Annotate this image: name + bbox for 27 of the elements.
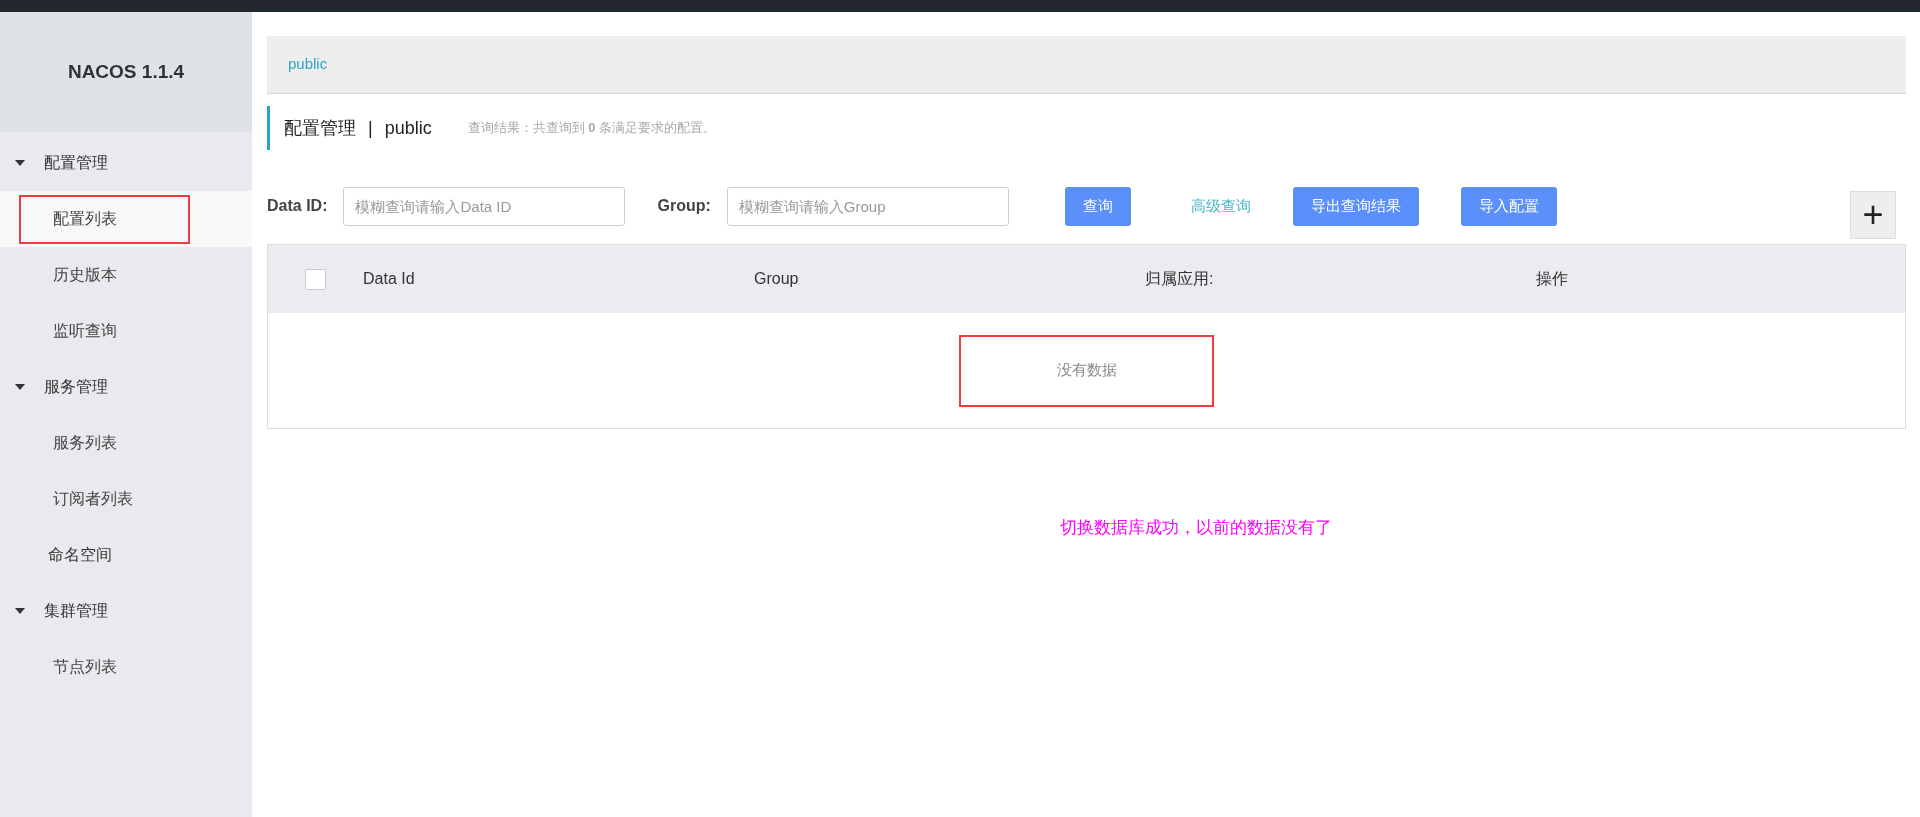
result-summary: 查询结果：共查询到 0 条满足要求的配置。 bbox=[467, 119, 717, 138]
empty-message: 没有数据 bbox=[1056, 360, 1117, 381]
page-title: 配置管理 bbox=[284, 116, 356, 140]
menu-item[interactable]: 订阅者列表 bbox=[53, 487, 133, 511]
filter-input[interactable]: 模糊查询请输入Data ID bbox=[343, 186, 626, 226]
menu-group[interactable]: 集群管理 bbox=[44, 602, 108, 619]
menu-item[interactable]: 历史版本 bbox=[53, 263, 117, 287]
menu-group[interactable]: 配置管理 bbox=[44, 154, 108, 171]
menu-item[interactable]: 监听查询 bbox=[53, 319, 117, 343]
column-header: Data Id bbox=[363, 270, 415, 287]
column-header: Group bbox=[754, 270, 799, 287]
filter-label: Data ID: bbox=[267, 196, 328, 216]
column-header: 操作 bbox=[1536, 270, 1568, 287]
menu-group[interactable]: 服务管理 bbox=[44, 378, 108, 395]
menu-item[interactable]: 节点列表 bbox=[53, 655, 117, 679]
column-header: 归属应用: bbox=[1145, 270, 1214, 287]
title-separator: | bbox=[368, 116, 373, 140]
annotation-note: 切换数据库成功，以前的数据没有了 bbox=[1060, 517, 1332, 539]
menu-item[interactable]: 服务列表 bbox=[53, 431, 117, 455]
filter-label: Group: bbox=[657, 196, 711, 216]
menu-item[interactable]: 配置列表 bbox=[53, 207, 117, 231]
add-button[interactable]: + bbox=[1850, 191, 1896, 239]
app-title: NACOS 1.1.4 bbox=[67, 59, 185, 84]
select-all-checkbox[interactable] bbox=[305, 268, 326, 290]
namespace-label: public bbox=[384, 116, 432, 140]
menu-item[interactable]: 命名空间 bbox=[48, 546, 112, 563]
filter-input[interactable]: 模糊查询请输入Group bbox=[726, 186, 1009, 226]
